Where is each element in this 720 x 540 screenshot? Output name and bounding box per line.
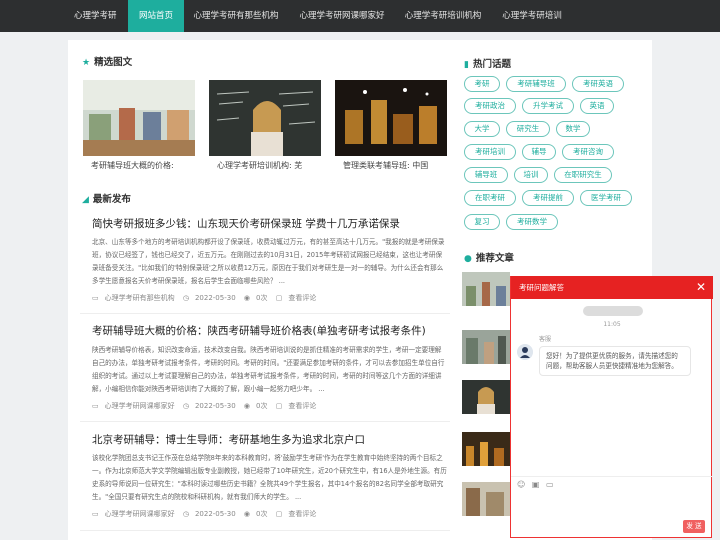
recommended-thumb[interactable] [462, 272, 510, 306]
article-views-3: 0次 [256, 510, 268, 518]
article-date-2: 2022-05-30 [194, 402, 236, 410]
featured-section-title: ★ 精选图文 [82, 57, 133, 68]
tag-item[interactable]: 医学考研 [580, 190, 632, 206]
article-title-3[interactable]: 北京考研辅导：博士生导师：考研基地生多为追求北京户口 [92, 432, 452, 447]
article-category-1[interactable]: 心理学考研有那些机构 [105, 294, 175, 302]
article-excerpt-3: 该校化学院团总支书记王作茂在总结学院8年来的本科教育时，将'鼓励学生考研'作为在… [92, 454, 447, 501]
nav-item-training[interactable]: 心理学考研培训 [496, 0, 568, 32]
divider [511, 476, 713, 477]
eye-icon: ◉ [243, 402, 250, 410]
tag-item[interactable]: 在职考研 [464, 190, 516, 206]
article-meta-3: ▭ 心理学考研网课哪家好 ◷ 2022-05-30 ◉ 0次 ▢ 查看评论 [92, 509, 322, 519]
system-notice [583, 306, 643, 316]
recommended-thumb[interactable] [462, 482, 510, 516]
article-excerpt-2: 陕西考研辅导价格表，知识改变命运，技术改变自我。陕西考研培训说的是抓住精准的考研… [92, 346, 445, 393]
folder-icon: ▭ [92, 402, 99, 410]
tag-item[interactable]: 英语 [580, 98, 614, 114]
divider [80, 530, 450, 531]
tag-item[interactable]: 培训 [514, 167, 548, 183]
article-title-1[interactable]: 简快考研报班多少钱：山东现天价考研保录班 学费十几万承诺保录 [92, 216, 452, 231]
article-date-1: 2022-05-30 [194, 294, 236, 302]
tag-item[interactable]: 复习 [464, 214, 500, 230]
article-comments-2[interactable]: 查看评论 [288, 402, 316, 410]
bar-chart-icon: ▮ [464, 60, 469, 70]
folder-icon[interactable]: ▭ [546, 480, 554, 489]
featured-thumb-2[interactable] [209, 80, 321, 156]
featured-thumb-3[interactable] [335, 80, 447, 156]
nav-item-home[interactable]: 网站首页 [128, 0, 184, 32]
tag-item[interactable]: 考研政治 [464, 98, 516, 114]
tag-item[interactable]: 考研培训 [464, 144, 516, 160]
recommended-thumb[interactable] [462, 330, 510, 364]
recommended-thumb[interactable] [462, 380, 510, 414]
eye-icon: ◉ [243, 510, 250, 518]
avatar [517, 344, 533, 360]
clock-icon: ◷ [182, 510, 189, 518]
site-logo[interactable]: 心理学考研 [74, 0, 117, 32]
article-category-2[interactable]: 心理学考研网课哪家好 [105, 402, 175, 410]
divider [80, 313, 450, 314]
article-title-2[interactable]: 考研辅导班大概的价格：陕西考研辅导班价格表(单独考研考试报考条件) [92, 323, 452, 338]
comment-icon: ▢ [275, 510, 283, 518]
tag-item[interactable]: 考研数学 [506, 214, 558, 230]
article-comments-3[interactable]: 查看评论 [288, 510, 316, 518]
article-comments-1[interactable]: 查看评论 [288, 294, 316, 302]
chat-widget: 考研问题解答 ✕ 11:05 客服 您好！为了提供更优质的服务，请先描述您的问题… [510, 276, 713, 538]
featured-caption-3[interactable]: 管理类联考辅导班: 中国 [343, 160, 455, 171]
tag-item[interactable]: 升学考试 [522, 98, 574, 114]
chat-title: 考研问题解答 [519, 283, 564, 292]
chat-header: 考研问题解答 ✕ [511, 276, 713, 299]
clock-icon: ◷ [182, 294, 189, 302]
folder-icon: ▭ [92, 510, 99, 518]
nav-item-training-institutions[interactable]: 心理学考研培训机构 [400, 0, 486, 32]
tag-item[interactable]: 大学 [464, 121, 500, 137]
folder-icon: ▭ [92, 294, 99, 302]
eye-icon: ◉ [243, 294, 250, 302]
tag-item[interactable]: 辅导 [522, 144, 556, 160]
tag-item[interactable]: 考研辅导班 [506, 76, 566, 92]
close-icon[interactable]: ✕ [696, 276, 706, 299]
chat-timestamp: 11:05 [603, 321, 621, 328]
tag-item[interactable]: 考研咨询 [562, 144, 614, 160]
chat-toolbar: ☺ ▣ ▭ [517, 480, 554, 489]
tag-item[interactable]: 辅导班 [464, 167, 508, 183]
droplet-icon: ● [464, 254, 472, 264]
agent-name: 客服 [539, 336, 552, 343]
emoji-icon[interactable]: ☺ [517, 480, 525, 489]
tag-item[interactable]: 考研 [464, 76, 500, 92]
latest-section-title: ◢ 最新发布 [82, 194, 131, 205]
article-excerpt-1: 北京、山东等多个地方的考研培训机构都开设了保录班，收费动辄过万元，有的甚至高达十… [92, 238, 445, 285]
tag-item[interactable]: 考研英语 [572, 76, 624, 92]
article-views-1: 0次 [256, 294, 268, 302]
article-views-2: 0次 [256, 402, 268, 410]
star-icon: ★ [82, 58, 91, 68]
article-date-3: 2022-05-30 [194, 510, 236, 518]
divider [80, 421, 450, 422]
image-icon[interactable]: ▣ [532, 480, 540, 489]
clock-icon: ◷ [182, 402, 189, 410]
top-nav: 心理学考研 网站首页 心理学考研有那些机构 心理学考研网课哪家好 心理学考研培训… [0, 0, 720, 32]
nav-item-institutions[interactable]: 心理学考研有那些机构 [190, 0, 282, 32]
article-meta-2: ▭ 心理学考研网课哪家好 ◷ 2022-05-30 ◉ 0次 ▢ 查看评论 [92, 401, 322, 411]
recommended-title: ● 推荐文章 [464, 253, 514, 264]
tag-item[interactable]: 研究生 [506, 121, 550, 137]
send-icon: ◢ [82, 195, 89, 205]
featured-caption-2[interactable]: 心理学考研培训机构: 芜 [217, 160, 329, 171]
chat-message: 您好！为了提供更优质的服务，请先描述您的问题，帮助客服人员更快捷精准地为您解答。 [539, 346, 691, 376]
article-category-3[interactable]: 心理学考研网课哪家好 [105, 510, 175, 518]
tag-item[interactable]: 数学 [556, 121, 590, 137]
article-meta-1: ▭ 心理学考研有那些机构 ◷ 2022-05-30 ◉ 0次 ▢ 查看评论 [92, 293, 322, 303]
tag-item[interactable]: 考研提前 [522, 190, 574, 206]
featured-thumb-1[interactable] [83, 80, 195, 156]
featured-caption-1[interactable]: 考研辅导班大概的价格: [91, 160, 203, 171]
comment-icon: ▢ [275, 402, 283, 410]
comment-icon: ▢ [275, 294, 283, 302]
hot-topics-title: ▮ 热门话题 [464, 59, 511, 70]
nav-item-online-courses[interactable]: 心理学考研网课哪家好 [296, 0, 388, 32]
tag-item[interactable]: 在职研究生 [554, 167, 612, 183]
send-button[interactable]: 发 送 [683, 520, 705, 533]
recommended-thumb[interactable] [462, 432, 510, 466]
